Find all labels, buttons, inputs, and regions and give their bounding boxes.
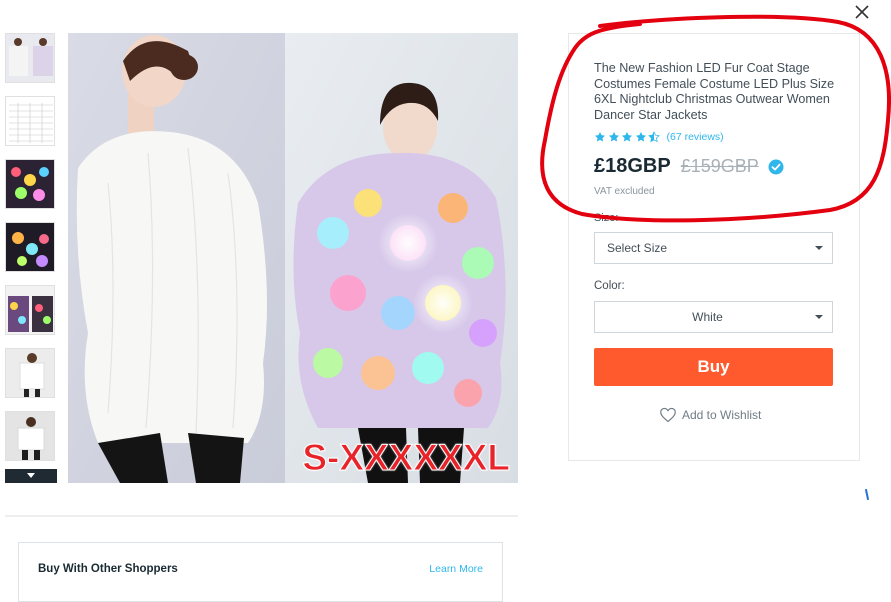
stray-mark	[864, 488, 870, 501]
buy-with-others-title: Buy With Other Shoppers	[38, 563, 178, 575]
original-price: £159GBP	[680, 156, 759, 176]
chevron-down-icon	[815, 246, 823, 250]
star-half-icon	[648, 130, 660, 142]
thumbnail[interactable]	[5, 159, 55, 209]
rating: (67 reviews)	[594, 129, 724, 144]
learn-more-link[interactable]: Learn More	[429, 563, 483, 575]
thumbnail[interactable]	[5, 96, 55, 146]
divider	[5, 515, 518, 517]
current-price: £18GBP	[594, 155, 671, 177]
color-select-value: White	[692, 310, 723, 324]
color-select[interactable]: White	[594, 301, 833, 333]
thumbnail-scroll-down-button[interactable]	[5, 469, 57, 483]
thumbnail-strip	[5, 33, 57, 483]
chevron-down-icon	[815, 315, 823, 319]
chevron-down-icon	[27, 473, 35, 478]
close-icon[interactable]	[853, 3, 871, 21]
star-icon	[608, 131, 619, 142]
wishlist-label: Add to Wishlist	[682, 408, 762, 422]
thumbnail[interactable]	[5, 348, 55, 398]
product-info-panel: The New Fashion LED Fur Coat Stage Costu…	[568, 33, 860, 461]
star-icon	[595, 131, 605, 142]
thumbnail[interactable]	[5, 222, 55, 272]
size-select[interactable]: Select Size	[594, 232, 833, 264]
product-title: The New Fashion LED Fur Coat Stage Costu…	[594, 61, 835, 122]
heart-icon	[660, 407, 676, 423]
reviews-link[interactable]: (67 reviews)	[667, 131, 724, 143]
add-to-wishlist-button[interactable]: Add to Wishlist	[659, 407, 761, 423]
thumbnail[interactable]	[5, 411, 55, 461]
product-photo	[68, 33, 518, 483]
star-icon	[635, 131, 646, 142]
size-select-value: Select Size	[607, 241, 668, 255]
product-main-image: S-XXXXXXL	[68, 33, 518, 483]
thumbnail[interactable]	[5, 33, 55, 83]
color-label: Color:	[594, 280, 625, 292]
star-icon	[622, 131, 632, 142]
size-label: Size:	[594, 212, 619, 224]
buy-with-others-card: Buy With Other Shoppers Learn More	[18, 542, 503, 602]
vat-note: VAT excluded	[594, 186, 655, 197]
verified-check-icon	[768, 159, 784, 174]
price-row: £18GBP £159GBP	[594, 155, 784, 178]
buy-button[interactable]: Buy	[594, 348, 833, 386]
size-range-overlay: S-XXXXXXL	[302, 437, 511, 479]
thumbnail[interactable]	[5, 285, 55, 335]
